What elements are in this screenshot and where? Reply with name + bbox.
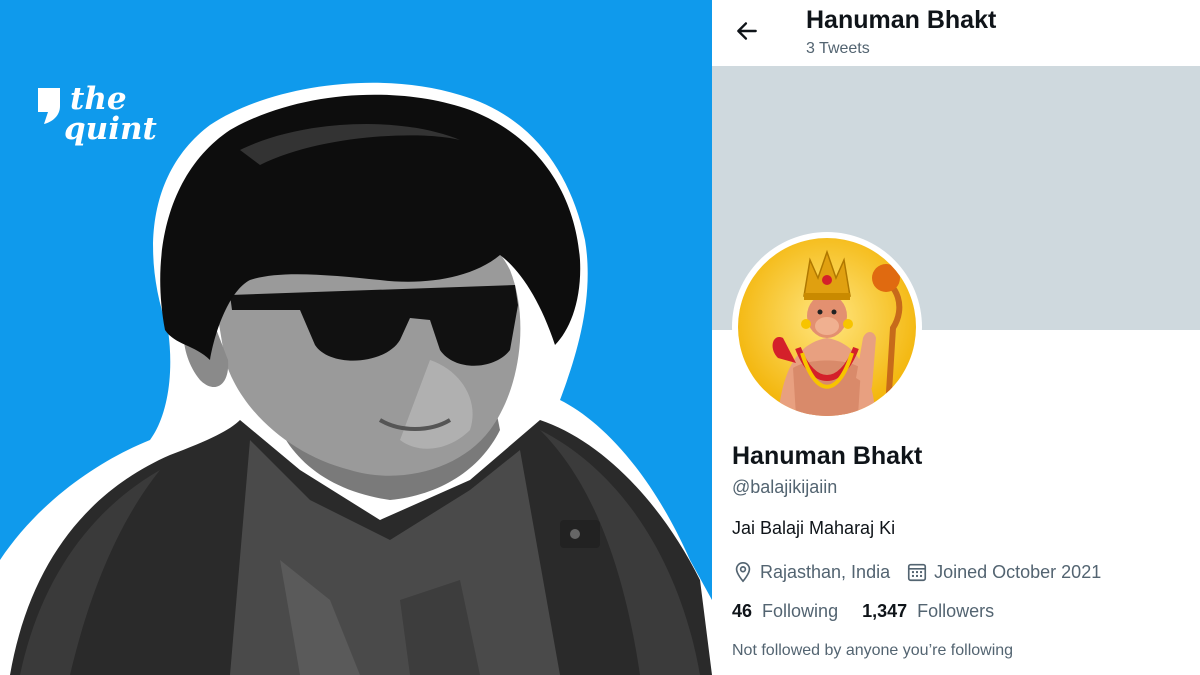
profile-bio: Jai Balaji Maharaj Ki	[732, 518, 896, 538]
tweet-count: 3 Tweets	[806, 40, 870, 57]
profile-display-name: Hanuman Bhakt	[732, 442, 923, 470]
following-count: 46	[732, 601, 753, 621]
the-quint-logo: the quint	[34, 84, 164, 166]
twitter-profile-panel: Hanuman Bhakt 3 Tweets Hanuman Bhakt @ba…	[712, 0, 1200, 675]
brand-line-1: the	[70, 81, 127, 117]
following-label: Following	[762, 601, 839, 621]
followers-link[interactable]: 1,347 Followers	[862, 601, 994, 622]
joined-text: Joined October 2021	[934, 561, 1102, 582]
follow-stats-row: 46 Following 1,347 Followers	[732, 601, 1018, 622]
profile-header-bar: Hanuman Bhakt 3 Tweets	[712, 0, 1200, 66]
left-photo-panel: the quint	[0, 0, 712, 675]
quote-drop-icon	[38, 88, 60, 124]
followers-count: 1,347	[862, 601, 908, 621]
arrow-left-icon[interactable]	[734, 18, 760, 44]
header-profile-name: Hanuman Bhakt	[806, 6, 997, 34]
not-followed-note: Not followed by anyone you’re following	[732, 642, 1014, 659]
location-item: Rajasthan, India	[732, 561, 890, 583]
location-pin-icon	[735, 562, 751, 583]
profile-handle: @balajikijaiin	[732, 477, 838, 497]
calendar-icon	[908, 563, 927, 582]
location-text: Rajasthan, India	[760, 561, 891, 582]
hanuman-avatar-image	[738, 238, 916, 416]
profile-avatar[interactable]	[732, 232, 922, 422]
brand-line-2: quint	[64, 111, 157, 147]
profile-meta-row: Rajasthan, India Joined October 2021	[732, 559, 1117, 585]
following-link[interactable]: 46 Following	[732, 601, 838, 622]
followers-label: Followers	[917, 601, 995, 621]
joined-item: Joined October 2021	[906, 561, 1101, 583]
